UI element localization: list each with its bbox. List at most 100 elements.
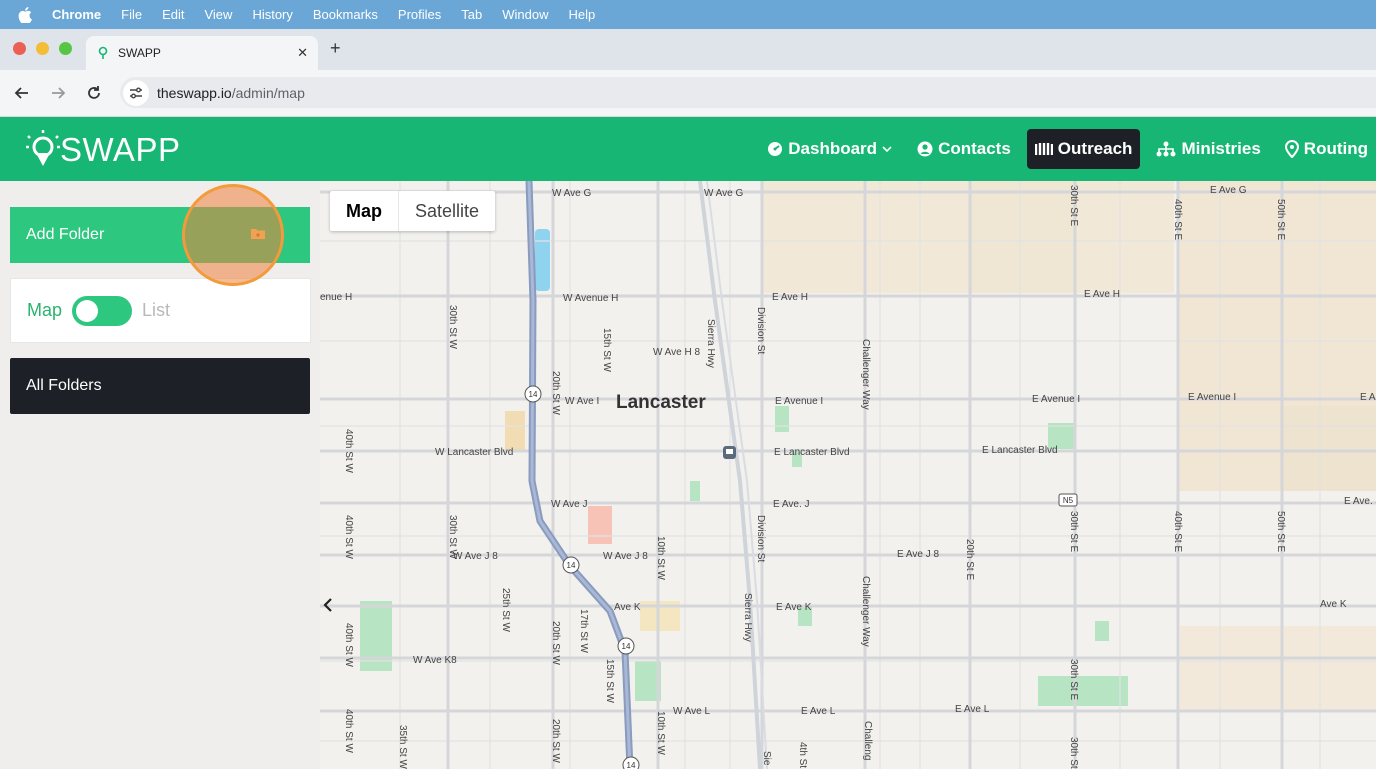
road-label: Challeng [862, 721, 873, 760]
menu-view[interactable]: View [204, 7, 232, 22]
all-folders-label: All Folders [26, 377, 102, 394]
road-label: 40th St W [343, 709, 354, 753]
apple-icon[interactable] [18, 6, 34, 23]
street-map[interactable]: 14 14 14 14 N5 Lancaster W Ave G W Ave G… [320, 181, 1376, 769]
road-label: 30th St W [447, 515, 458, 559]
road-label: W Ave G [704, 188, 743, 199]
road-label: E A [1360, 392, 1376, 403]
city-label: Lancaster [616, 392, 706, 413]
menu-bookmarks[interactable]: Bookmarks [313, 7, 378, 22]
menu-history[interactable]: History [252, 7, 292, 22]
reload-icon[interactable] [84, 83, 104, 103]
nav-routing-label: Routing [1303, 139, 1368, 158]
nav-contacts-label: Contacts [938, 139, 1011, 158]
user-circle-icon [917, 141, 933, 157]
click-highlight-circle [182, 184, 284, 286]
nav-dashboard[interactable]: Dashboard [759, 129, 901, 169]
forward-arrow-icon[interactable] [48, 83, 68, 103]
nav-routing[interactable]: Routing [1277, 129, 1376, 169]
chevron-left-icon[interactable] [322, 597, 334, 618]
menu-help[interactable]: Help [569, 7, 596, 22]
road-label: Challenger Way [860, 339, 871, 410]
tab-close-icon[interactable]: ✕ [297, 45, 308, 61]
map-list-switch[interactable] [72, 295, 133, 326]
road-label: 40th St W [343, 623, 354, 667]
road-label: E Ave. J [773, 499, 810, 510]
menu-file[interactable]: File [121, 7, 142, 22]
all-folders-button[interactable]: All Folders [10, 358, 310, 414]
transit-station-icon [723, 446, 736, 459]
map-type-satellite-button[interactable]: Satellite [399, 191, 495, 231]
road-label: W Ave J 8 [453, 551, 498, 562]
map-list-toggle-card: Map List [10, 278, 311, 343]
road-label: E Lancaster Blvd [982, 445, 1058, 456]
site-settings-icon[interactable] [123, 79, 149, 106]
road-label: W Ave G [552, 188, 591, 199]
road-label: E Ave L [801, 706, 836, 717]
nav-dashboard-label: Dashboard [788, 139, 878, 158]
road-label: E Ave H [1084, 289, 1120, 300]
road-label: Ave K [1320, 599, 1347, 610]
hwy-14-shield-2: 14 [562, 556, 580, 574]
new-tab-button[interactable]: + [330, 38, 341, 59]
list-view-label[interactable]: List [142, 300, 170, 321]
switch-knob [76, 299, 99, 322]
nav-contacts[interactable]: Contacts [909, 129, 1019, 169]
road-label: E Ave G [1210, 185, 1247, 196]
road-label: E Avenue I [775, 396, 823, 407]
swapp-logo[interactable]: SWAPP [26, 130, 180, 170]
map-type-map-button[interactable]: Map [330, 191, 399, 231]
address-bar[interactable]: theswapp.io/admin/map [120, 77, 1376, 108]
chevron-down-icon [882, 146, 892, 153]
road-label: 10th St W [655, 711, 666, 755]
svg-text:14: 14 [567, 561, 576, 570]
menu-edit[interactable]: Edit [162, 7, 184, 22]
road-label: W Ave H 8 [653, 347, 700, 358]
road-label: W Avenue H [563, 293, 618, 304]
road-label: 50th St E [1275, 511, 1286, 552]
road-label: W Ave I [565, 396, 599, 407]
tab-title: SWAPP [118, 46, 161, 60]
road-label: 15th St W [601, 328, 612, 372]
svg-text:14: 14 [627, 761, 636, 769]
map-type-control: Map Satellite [330, 191, 496, 231]
map-pin-icon [1284, 140, 1299, 158]
org-chart-icon [1156, 141, 1176, 157]
road-label: 40th St E [1172, 511, 1183, 552]
back-arrow-icon[interactable] [12, 83, 32, 103]
road-label: Sierra Hwy [705, 319, 716, 368]
road-label: 35th St W [397, 725, 408, 769]
map-canvas[interactable]: 14 14 14 14 N5 Lancaster W Ave G W Ave G… [320, 181, 1376, 769]
map-view-label[interactable]: Map [27, 300, 62, 321]
road-label: Division St [755, 515, 766, 562]
menu-profiles[interactable]: Profiles [398, 7, 441, 22]
svg-text:14: 14 [529, 390, 538, 399]
window-zoom-button[interactable] [59, 42, 72, 55]
road-label: 50th St E [1275, 199, 1286, 240]
road-label: 30th St W [447, 305, 458, 349]
nav-ministries[interactable]: Ministries [1148, 129, 1268, 169]
nav-outreach[interactable]: Outreach [1026, 129, 1141, 169]
menu-chrome[interactable]: Chrome [52, 7, 101, 22]
road-label: 40th St E [1172, 199, 1183, 240]
browser-tab-strip: SWAPP ✕ [0, 29, 1376, 70]
road-label: E Avenue I [1032, 394, 1080, 405]
svg-text:14: 14 [622, 642, 631, 651]
road-label: 40th St W [343, 515, 354, 559]
road-label: Challenger Way [860, 576, 871, 647]
road-label: 20th St E [964, 539, 975, 580]
main-nav: Dashboard Contacts Outreach Ministries R… [751, 129, 1376, 169]
logo-text: SWAPP [60, 131, 181, 168]
road-label: E Ave H [772, 292, 808, 303]
macos-menu-bar: Chrome File Edit View History Bookmarks … [0, 0, 1376, 29]
window-minimize-button[interactable] [36, 42, 49, 55]
url-path: /admin/map [231, 84, 305, 101]
menu-window[interactable]: Window [502, 7, 548, 22]
road-label: 20th St W [550, 719, 561, 763]
road-label: 30th St E [1068, 659, 1079, 700]
menu-tab[interactable]: Tab [461, 7, 482, 22]
dashboard-gauge-icon [768, 142, 783, 156]
browser-tab-swapp[interactable]: SWAPP ✕ [86, 36, 318, 70]
window-close-button[interactable] [13, 42, 26, 55]
road-label: Sierra Hwy [742, 593, 753, 642]
